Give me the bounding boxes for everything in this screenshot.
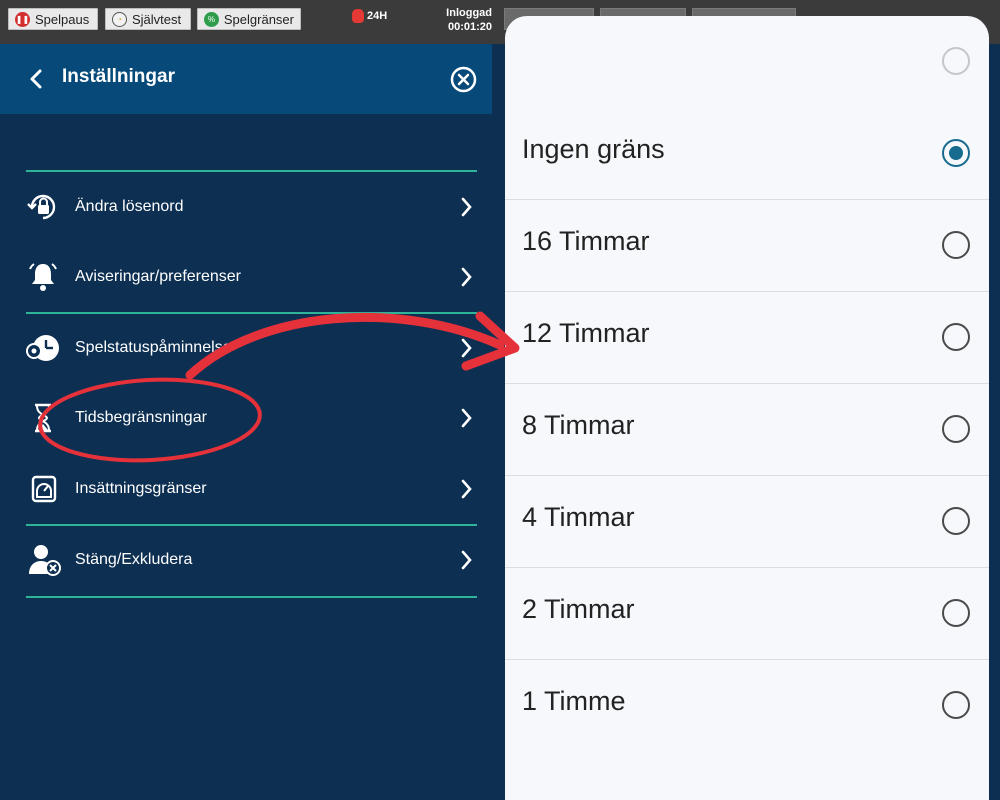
radio-button[interactable] [942, 231, 970, 259]
chevron-right-icon [461, 408, 472, 428]
user-exclude-icon [26, 543, 66, 577]
menu-item-label: Tidsbegränsningar [75, 409, 207, 426]
chevron-right-icon [461, 267, 472, 287]
chevron-right-icon [461, 550, 472, 570]
option-4-hours[interactable]: 4 Timmar [505, 476, 989, 568]
badge-24h: 24H [352, 9, 387, 23]
radio-button[interactable] [942, 415, 970, 443]
spelpaus-button[interactable]: ❚❚ Spelpaus [8, 8, 98, 30]
menu-item-change-password[interactable]: Ändra lösenord [26, 181, 477, 233]
option-12-hours[interactable]: 12 Timmar [505, 292, 989, 384]
login-label: Inloggad [446, 7, 492, 19]
menu-item-close-exclude[interactable]: Stäng/Exkludera [26, 534, 477, 586]
lock-refresh-icon [26, 190, 66, 224]
menu-item-label: Aviseringar/preferenser [75, 268, 242, 285]
option-label: 1 Timme [522, 686, 626, 716]
spelpaus-label: Spelpaus [35, 11, 90, 27]
option-1-hour[interactable]: 1 Timme [505, 660, 989, 752]
deposit-limit-icon [26, 472, 66, 506]
clock-reminder-icon [26, 331, 66, 365]
menu-item-deposit-limits[interactable]: Insättningsgränser [26, 463, 477, 515]
radio-button[interactable] [942, 507, 970, 535]
chevron-right-icon [461, 338, 472, 358]
radio-button[interactable] [942, 599, 970, 627]
menu-divider [26, 170, 477, 172]
login-timer: 00:01:20 [447, 21, 492, 33]
menu-divider [26, 524, 477, 526]
sjalvtest-label: Självtest [132, 11, 182, 27]
option-label: 4 Timmar [522, 502, 635, 532]
menu-item-label: Stäng/Exkludera [75, 551, 193, 568]
radio-button-hidden [942, 47, 970, 75]
menu-item-label: Insättningsgränser [75, 480, 207, 497]
option-label: 8 Timmar [522, 410, 635, 440]
sjalvtest-button[interactable]: ◔ Självtest [105, 8, 191, 30]
chevron-right-icon [461, 479, 472, 499]
pause-icon: ❚❚ [15, 11, 30, 27]
settings-header: Inställningar [0, 44, 492, 114]
radio-button[interactable] [942, 323, 970, 351]
option-label: 16 Timmar [522, 226, 650, 256]
menu-divider [26, 312, 477, 314]
time-limit-sheet: Ingen gräns 16 Timmar 12 Timmar 8 Timmar… [505, 16, 989, 800]
menu-item-time-limits[interactable]: Tidsbegränsningar [26, 392, 477, 444]
limits-icon: % [204, 11, 219, 27]
hand-stop-icon [352, 9, 364, 23]
option-2-hours[interactable]: 2 Timmar [505, 568, 989, 660]
bell-icon [26, 260, 66, 294]
option-label: 2 Timmar [522, 594, 635, 624]
radio-button-selected[interactable] [942, 139, 970, 167]
page-title: Inställningar [62, 66, 175, 87]
gauge-icon: ◔ [112, 11, 127, 27]
login-status: Inloggad 00:01:20 [440, 6, 492, 34]
chevron-right-icon [461, 197, 472, 217]
option-label: Ingen gräns [522, 134, 665, 164]
close-icon[interactable] [450, 66, 477, 93]
badge-24h-label: 24H [367, 10, 388, 22]
menu-divider [26, 596, 477, 598]
menu-item-notifications[interactable]: Aviseringar/preferenser [26, 251, 477, 303]
hourglass-icon [26, 401, 66, 435]
option-16-hours[interactable]: 16 Timmar [505, 200, 989, 292]
spelgranser-label: Spelgränser [223, 11, 294, 27]
option-8-hours[interactable]: 8 Timmar [505, 384, 989, 476]
option-no-limit[interactable]: Ingen gräns [505, 108, 989, 200]
radio-button[interactable] [942, 691, 970, 719]
back-arrow-icon[interactable] [28, 66, 44, 92]
spelgranser-button[interactable]: % Spelgränser [197, 8, 301, 30]
menu-item-label: Spelstatuspåminnelse [75, 339, 232, 356]
menu-item-status-reminder[interactable]: Spelstatuspåminnelse [26, 322, 477, 374]
option-label: 12 Timmar [522, 318, 650, 348]
menu-item-label: Ändra lösenord [75, 198, 184, 215]
